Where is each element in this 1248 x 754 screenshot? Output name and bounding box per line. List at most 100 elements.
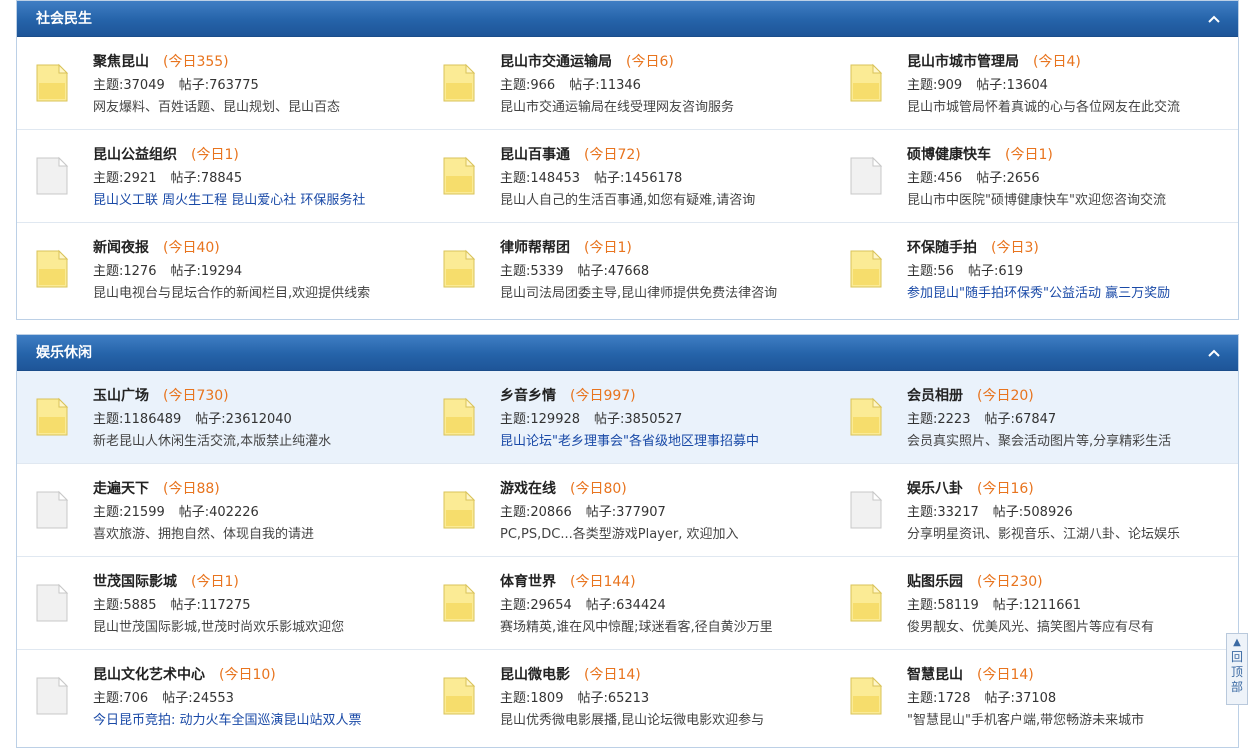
board-name-link[interactable]: 走遍天下 xyxy=(93,481,149,497)
today-post-count: (今日88) xyxy=(163,481,220,497)
post-count: 帖子:619 xyxy=(967,264,1024,279)
forum-new-posts-icon[interactable] xyxy=(849,397,883,437)
topic-count: 主题:129928 xyxy=(500,412,581,427)
board-name-link[interactable]: 昆山百事通 xyxy=(500,147,570,163)
board-description[interactable]: 昆山义工联 周火生工程 昆山爱心社 环保服务社 xyxy=(93,189,423,208)
board-description: 昆山优秀微电影展播,昆山论坛微电影欢迎参与 xyxy=(500,713,765,728)
forum-new-posts-icon[interactable] xyxy=(849,249,883,289)
today-post-count: (今日4) xyxy=(1033,54,1081,70)
forum-board: 会员相册 (今日20) 主题:2223 帖子:67847 会员真实照片、聚会活动图片等,… xyxy=(831,371,1238,463)
post-count: 帖子:24553 xyxy=(162,691,234,706)
collapse-icon[interactable] xyxy=(1204,1,1224,37)
board-title-line: 硕博健康快车 (今日1) xyxy=(907,144,1053,164)
board-name-link[interactable]: 昆山市交通运输局 xyxy=(500,54,612,70)
post-count: 帖子:377907 xyxy=(585,505,666,520)
board-name-link[interactable]: 昆山公益组织 xyxy=(93,147,177,163)
topic-count: 主题:20866 xyxy=(500,505,572,520)
topic-count: 主题:2921 xyxy=(93,171,157,186)
board-description: PC,PS,DC...各类型游戏Player, 欢迎加入 xyxy=(500,527,739,542)
board-stats: 主题:148453 帖子:1456178 xyxy=(500,167,682,186)
today-post-count: (今日1) xyxy=(191,574,239,590)
board-title-line: 昆山市城市管理局 (今日4) xyxy=(907,51,1081,71)
board-name-link[interactable]: 硕博健康快车 xyxy=(907,147,991,163)
forum-new-posts-icon[interactable] xyxy=(442,490,476,530)
topic-count: 主题:1809 xyxy=(500,691,564,706)
board-name-link[interactable]: 律师帮帮团 xyxy=(500,240,570,256)
category-title[interactable]: 娱乐休闲 xyxy=(36,345,92,361)
board-description[interactable]: 昆山论坛"老乡理事会"各省级地区理事招募中 xyxy=(500,430,830,449)
forum-new-posts-icon[interactable] xyxy=(442,676,476,716)
board-name-link[interactable]: 聚焦昆山 xyxy=(93,54,149,70)
today-post-count: (今日40) xyxy=(163,240,220,256)
board-name-link[interactable]: 世茂国际影城 xyxy=(93,574,177,590)
forum-board: 昆山微电影 (今日14) 主题:1809 帖子:65213 昆山优秀微电影展播,昆山论坛… xyxy=(424,650,831,743)
board-name-link[interactable]: 会员相册 xyxy=(907,388,963,404)
board-name-link[interactable]: 新闻夜报 xyxy=(93,240,149,256)
board-description: 昆山市中医院"硕博健康快车"欢迎您咨询交流 xyxy=(907,193,1166,208)
board-name-link[interactable]: 玉山广场 xyxy=(93,388,149,404)
forum-new-posts-icon[interactable] xyxy=(35,63,69,103)
forum-no-new-posts-icon[interactable] xyxy=(35,676,69,716)
today-post-count: (今日20) xyxy=(977,388,1034,404)
forum-new-posts-icon[interactable] xyxy=(442,156,476,196)
back-to-top-button[interactable]: ▲ 回顶部 xyxy=(1226,633,1248,705)
board-name-link[interactable]: 环保随手拍 xyxy=(907,240,977,256)
forum-new-posts-icon[interactable] xyxy=(442,583,476,623)
forum-board: 乡音乡情 (今日997) 主题:129928 帖子:3850527 昆山论坛"老乡理事会… xyxy=(424,371,831,463)
post-count: 帖子:2656 xyxy=(976,171,1040,186)
forum-board: 昆山市交通运输局 (今日6) 主题:966 帖子:11346 昆山市交通运输局在线受理网… xyxy=(424,37,831,129)
board-stats: 主题:129928 帖子:3850527 xyxy=(500,408,682,427)
forum-no-new-posts-icon[interactable] xyxy=(35,583,69,623)
forum-board: 新闻夜报 (今日40) 主题:1276 帖子:19294 昆山电视台与昆坛合作的新闻栏目… xyxy=(17,223,424,316)
board-stats: 主题:966 帖子:11346 xyxy=(500,74,641,93)
forum-new-posts-icon[interactable] xyxy=(442,397,476,437)
forum-new-posts-icon[interactable] xyxy=(442,63,476,103)
board-name-link[interactable]: 游戏在线 xyxy=(500,481,556,497)
forum-board: 走遍天下 (今日88) 主题:21599 帖子:402226 喜欢旅游、拥抱自然、体现自… xyxy=(17,464,424,556)
forum-new-posts-icon[interactable] xyxy=(849,676,883,716)
collapse-icon[interactable] xyxy=(1204,335,1224,371)
forum-new-posts-icon[interactable] xyxy=(35,397,69,437)
board-stats: 主题:5339 帖子:47668 xyxy=(500,260,649,279)
forum-board: 玉山广场 (今日730) 主题:1186489 帖子:23612040 新老昆山人休闲生… xyxy=(17,371,424,463)
board-name-link[interactable]: 贴图乐园 xyxy=(907,574,963,590)
board-name-link[interactable]: 昆山微电影 xyxy=(500,667,570,683)
post-count: 帖子:634424 xyxy=(585,598,666,613)
topic-count: 主题:56 xyxy=(907,264,954,279)
topic-count: 主题:148453 xyxy=(500,171,581,186)
board-description[interactable]: 今日昆币竞拍: 动力火车全国巡演昆山站双人票 xyxy=(93,709,423,728)
forum-new-posts-icon[interactable] xyxy=(442,249,476,289)
board-description: 新老昆山人休闲生活交流,本版禁止纯灌水 xyxy=(93,434,332,449)
board-name-link[interactable]: 体育世界 xyxy=(500,574,556,590)
topic-count: 主题:37049 xyxy=(93,78,165,93)
forum-board: 游戏在线 (今日80) 主题:20866 帖子:377907 PC,PS,DC...各类… xyxy=(424,464,831,556)
board-name-link[interactable]: 乡音乡情 xyxy=(500,388,556,404)
forum-new-posts-icon[interactable] xyxy=(849,583,883,623)
back-to-top-label: 回顶部 xyxy=(1230,650,1243,694)
forum-new-posts-icon[interactable] xyxy=(849,63,883,103)
board-description: 昆山司法局团委主导,昆山律师提供免费法律咨询 xyxy=(500,286,778,301)
forum-no-new-posts-icon[interactable] xyxy=(849,156,883,196)
board-title-line: 玉山广场 (今日730) xyxy=(93,385,229,405)
today-post-count: (今日144) xyxy=(570,574,636,590)
forum-no-new-posts-icon[interactable] xyxy=(35,156,69,196)
category-title[interactable]: 社会民生 xyxy=(36,11,92,27)
board-stats: 主题:20866 帖子:377907 xyxy=(500,501,666,520)
board-title-line: 智慧昆山 (今日14) xyxy=(907,664,1034,684)
board-title-line: 环保随手拍 (今日3) xyxy=(907,237,1039,257)
board-stats: 主题:1276 帖子:19294 xyxy=(93,260,242,279)
board-description: 网友爆料、百姓话题、昆山规划、昆山百态 xyxy=(93,100,341,115)
forum-row: 玉山广场 (今日730) 主题:1186489 帖子:23612040 新老昆山人休闲生… xyxy=(17,371,1238,464)
forum-no-new-posts-icon[interactable] xyxy=(35,490,69,530)
post-count: 帖子:763775 xyxy=(178,78,259,93)
forum-no-new-posts-icon[interactable] xyxy=(849,490,883,530)
board-name-link[interactable]: 娱乐八卦 xyxy=(907,481,963,497)
forum-row: 世茂国际影城 (今日1) 主题:5885 帖子:117275 昆山世茂国际影城,世茂时尚… xyxy=(17,557,1238,650)
forum-new-posts-icon[interactable] xyxy=(35,249,69,289)
topic-count: 主题:1728 xyxy=(907,691,971,706)
board-name-link[interactable]: 昆山文化艺术中心 xyxy=(93,667,205,683)
board-description[interactable]: 参加昆山"随手拍环保秀"公益活动 赢三万奖励 xyxy=(907,282,1237,301)
board-name-link[interactable]: 昆山市城市管理局 xyxy=(907,54,1019,70)
board-name-link[interactable]: 智慧昆山 xyxy=(907,667,963,683)
post-count: 帖子:3850527 xyxy=(594,412,683,427)
